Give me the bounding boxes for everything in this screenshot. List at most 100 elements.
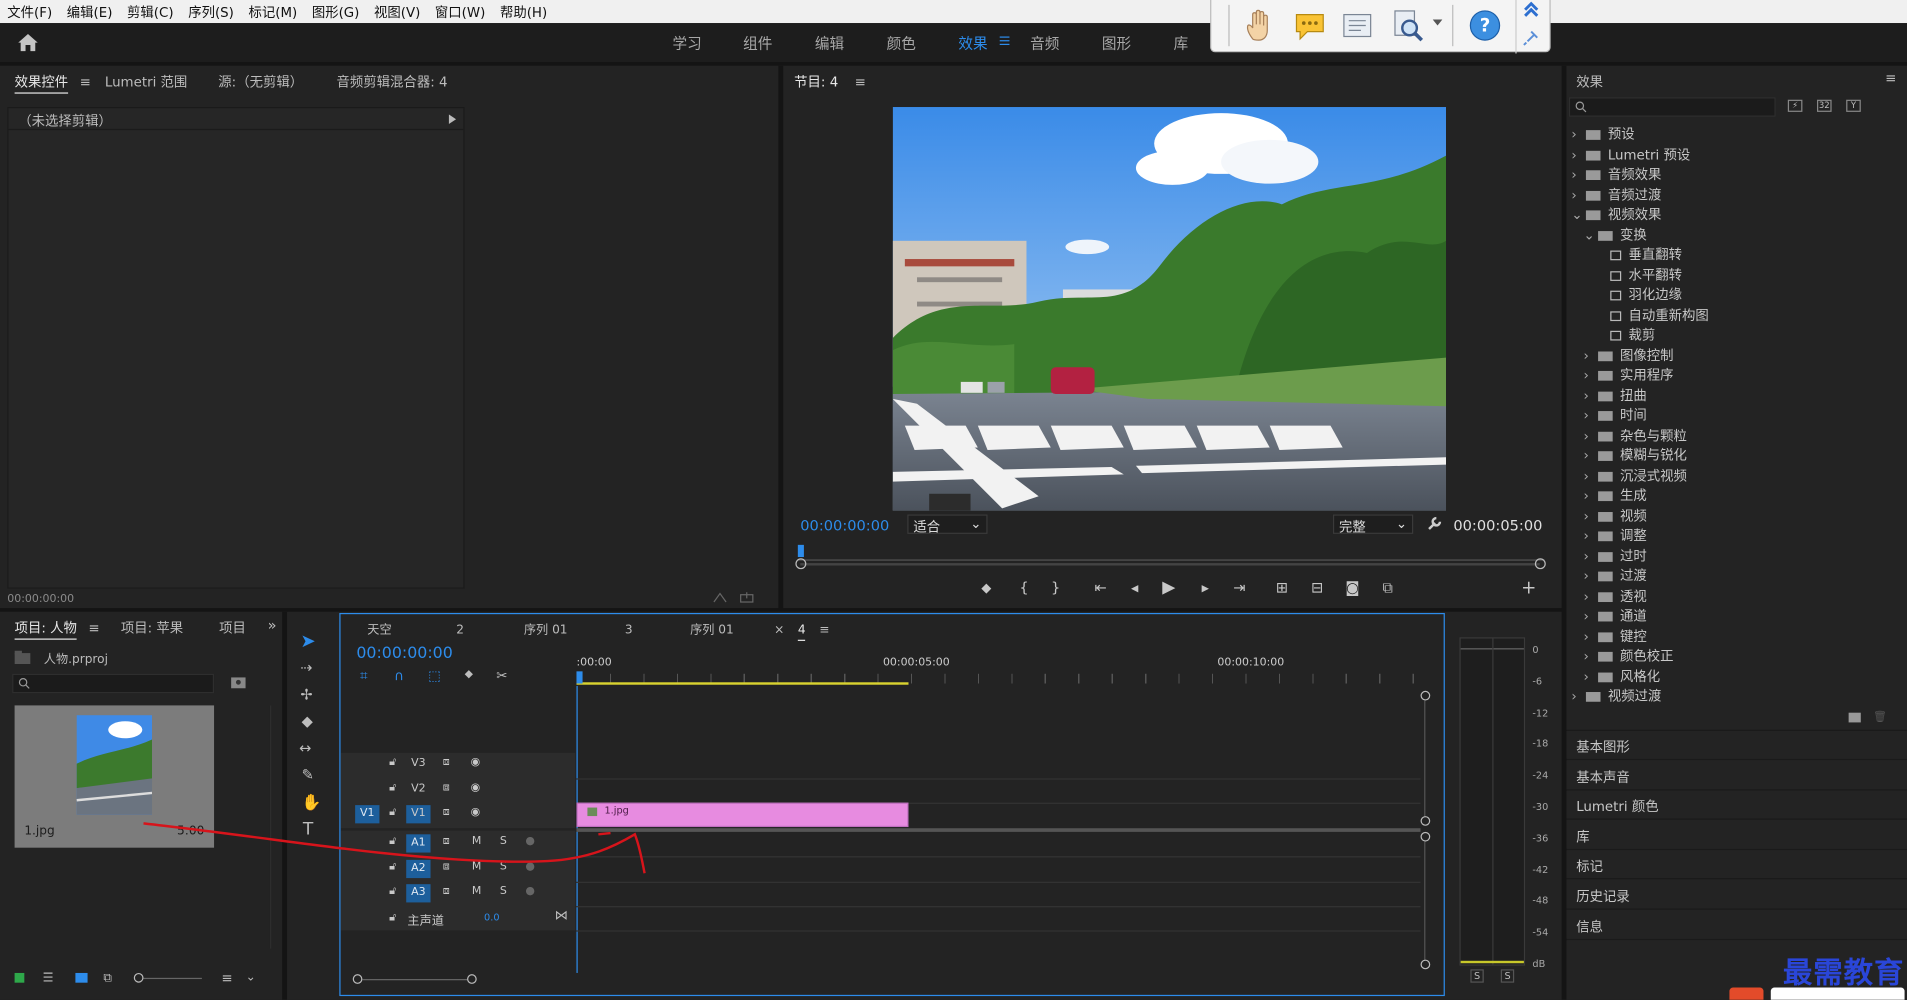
audio-track-label-0[interactable]: A1 xyxy=(406,834,431,853)
vscroll-handle-mid[interactable] xyxy=(1420,816,1431,826)
timeline-timecode[interactable]: 00:00:00:00 xyxy=(356,645,452,663)
sort-icon[interactable]: ≡ xyxy=(221,971,232,987)
track-lock-icon[interactable]: 🔓︎ xyxy=(389,861,396,873)
selection-tool-icon[interactable]: ➤ xyxy=(300,630,315,652)
freeform-view-icon[interactable]: ⧉ xyxy=(103,972,112,985)
sync-lock-icon[interactable]: ⧈ xyxy=(443,836,450,848)
project-search-input[interactable] xyxy=(12,673,215,694)
timeline-clip[interactable]: 1.jpg xyxy=(576,802,909,828)
effects-tree-item-21[interactable]: › 过时 xyxy=(1583,545,1646,564)
solo-button[interactable]: S xyxy=(500,885,507,897)
mute-button[interactable]: M xyxy=(472,836,481,848)
solo-button[interactable]: S xyxy=(500,836,507,848)
menu-item-1[interactable]: 编辑(E) xyxy=(67,2,113,21)
dropdown-icon[interactable] xyxy=(1432,19,1443,26)
workspace-tab-1[interactable]: 组件 xyxy=(743,33,772,54)
effects-tree-item-2[interactable]: › 音频效果 xyxy=(1571,164,1661,183)
project-clip-thumbnail[interactable]: 1.jpg 5:00 xyxy=(14,705,215,848)
go-to-in-icon[interactable]: ⇤ xyxy=(1092,579,1109,596)
sync-lock-icon[interactable]: ⧈ xyxy=(443,885,450,897)
timeline-settings-wrench-icon[interactable]: ✂ xyxy=(496,668,507,684)
voiceover-mic-icon[interactable]: ● xyxy=(525,836,535,848)
sort-dropdown-icon[interactable]: ⌄ xyxy=(246,971,256,984)
workspace-tab-7[interactable]: 库 xyxy=(1174,33,1189,54)
mute-button[interactable]: M xyxy=(472,885,481,897)
vscroll-handle-top[interactable] xyxy=(1420,690,1431,701)
track-lock-icon[interactable]: 🔓︎ xyxy=(389,782,396,794)
effects-tree-item-5[interactable]: ⌄ 变换 xyxy=(1583,224,1646,243)
panel-section-2[interactable]: Lumetri 颜色 xyxy=(1576,797,1658,816)
effects-tree-item-19[interactable]: › 视频 xyxy=(1583,505,1646,524)
master-volume[interactable]: 0.0 xyxy=(484,912,499,923)
add-button-icon[interactable]: + xyxy=(1520,578,1537,596)
effects-tree-item-4[interactable]: ⌄ 视频效果 xyxy=(1571,204,1661,223)
yuv-effects-icon[interactable]: Y xyxy=(1846,99,1861,112)
effects-tree-item-27[interactable]: › 风格化 xyxy=(1583,666,1660,685)
mute-button[interactable]: M xyxy=(472,861,481,873)
menu-item-2[interactable]: 剪辑(C) xyxy=(127,2,174,21)
meter-solo-right[interactable]: S xyxy=(1500,969,1515,983)
tab-audio-clip-mixer[interactable]: 音频剪辑混合器: 4 xyxy=(337,74,448,90)
step-back-icon[interactable]: ◂ xyxy=(1126,579,1143,596)
effects-tree-item-8[interactable]: 羽化边缘 xyxy=(1596,285,1682,304)
close-tab-icon[interactable]: × xyxy=(774,624,784,637)
project-menu-icon[interactable]: ≡ xyxy=(88,620,99,636)
play-icon[interactable]: ▶ xyxy=(1160,579,1177,596)
timeline-ruler[interactable]: :00:00 00:00:05:00 00:00:10:00 xyxy=(576,657,1427,686)
program-zoom-bar[interactable] xyxy=(800,563,1540,566)
track-lock-icon[interactable]: 🔓︎ xyxy=(389,756,396,768)
panel-menu-icon[interactable]: ≡ xyxy=(80,74,91,90)
workspace-tab-2[interactable]: 编辑 xyxy=(815,33,844,54)
vscroll-audio-top[interactable] xyxy=(1420,831,1431,842)
go-to-end-icon[interactable]: ⋈ xyxy=(555,907,568,923)
video-track-label-1[interactable]: V2 xyxy=(406,781,430,799)
video-track-label-2[interactable]: V1 xyxy=(406,805,431,824)
effects-tree-item-11[interactable]: › 图像控制 xyxy=(1583,345,1673,364)
effects-tree-item-1[interactable]: › Lumetri 预设 xyxy=(1571,144,1690,163)
effects-menu-icon[interactable]: ≡ xyxy=(1885,71,1896,87)
effects-tree-item-22[interactable]: › 过渡 xyxy=(1583,566,1646,585)
hand-icon[interactable] xyxy=(1241,7,1277,43)
track-lock-icon[interactable]: 🔓︎ xyxy=(389,885,396,897)
document-icon[interactable] xyxy=(1340,7,1376,43)
source-patch-v1[interactable]: V1 xyxy=(355,805,380,824)
accelerated-effects-icon[interactable]: ⚡ xyxy=(1787,99,1803,112)
eye-icon[interactable]: ◉ xyxy=(471,806,481,818)
effects-tree-item-0[interactable]: › 预设 xyxy=(1571,124,1634,143)
program-video-frame[interactable] xyxy=(892,107,1447,511)
hscroll-handle-right[interactable] xyxy=(467,974,477,984)
workspace-tab-6[interactable]: 图形 xyxy=(1102,33,1131,54)
program-time-ruler[interactable] xyxy=(797,542,1545,561)
eye-icon[interactable]: ◉ xyxy=(471,782,481,794)
workspace-tab-3[interactable]: 颜色 xyxy=(887,33,916,54)
effects-tree-item-18[interactable]: › 生成 xyxy=(1583,485,1646,504)
menu-item-5[interactable]: 图形(G) xyxy=(312,2,360,21)
ripple-edit-tool-icon[interactable]: ✢ xyxy=(300,686,312,703)
effects-tree-item-3[interactable]: › 音频过渡 xyxy=(1571,184,1661,203)
add-marker-icon[interactable]: ⬥ xyxy=(978,579,995,596)
menu-item-6[interactable]: 视图(V) xyxy=(374,2,420,21)
export-frame-camera-icon[interactable]: ◙ xyxy=(1344,579,1361,596)
playhead-handle[interactable] xyxy=(576,671,583,684)
menu-item-0[interactable]: 文件(F) xyxy=(7,2,52,21)
sync-lock-icon[interactable]: ⧈ xyxy=(443,756,450,768)
fit-select[interactable]: 适合 ⌄ xyxy=(907,514,988,535)
pin-icon[interactable] xyxy=(1523,29,1540,46)
effects-tree-item-16[interactable]: › 模糊与锐化 xyxy=(1583,445,1686,464)
menu-item-3[interactable]: 序列(S) xyxy=(188,2,234,21)
extract-icon[interactable]: ⊟ xyxy=(1309,579,1326,596)
snap-icon[interactable]: ∩ xyxy=(394,668,404,684)
track-lock-icon[interactable]: 🔓︎ xyxy=(389,806,396,818)
vscroll-audio-bottom[interactable] xyxy=(1420,959,1431,970)
list-view-icon[interactable]: ☰ xyxy=(43,972,54,985)
hand-tool-icon[interactable]: ✋ xyxy=(302,794,322,812)
workspace-tab-4[interactable]: 效果 xyxy=(958,33,987,54)
effects-tree-item-23[interactable]: › 透视 xyxy=(1583,586,1646,605)
panel-section-6[interactable]: 信息 xyxy=(1576,917,1603,936)
audio-track-label-1[interactable]: A2 xyxy=(406,859,431,879)
share-icon[interactable] xyxy=(739,591,754,603)
tab-lumetri-scopes[interactable]: Lumetri 范围 xyxy=(105,74,187,90)
wrench-icon[interactable] xyxy=(1427,516,1443,532)
work-area-bar[interactable] xyxy=(576,682,909,685)
voiceover-mic-icon[interactable]: ● xyxy=(525,861,535,873)
